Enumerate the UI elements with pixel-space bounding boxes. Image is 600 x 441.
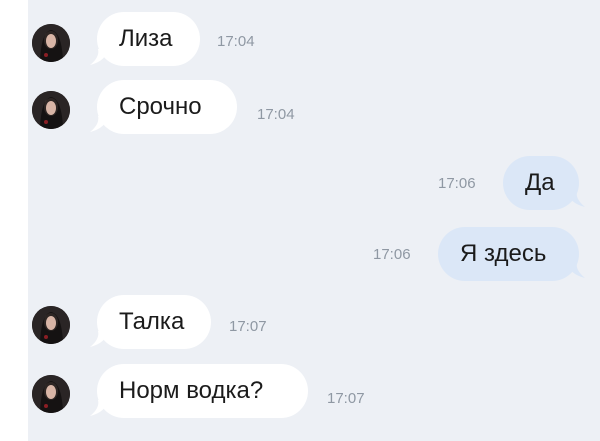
message-time: 17:07 xyxy=(327,390,365,407)
message-bubble[interactable]: Срочно xyxy=(97,80,237,134)
avatar[interactable] xyxy=(32,91,70,129)
avatar[interactable] xyxy=(32,306,70,344)
message-bubble[interactable]: Я здесь xyxy=(438,227,579,281)
message-bubble[interactable]: Норм водка? xyxy=(97,364,308,418)
message-time: 17:04 xyxy=(217,33,255,50)
message-time: 17:04 xyxy=(257,106,295,123)
chat-area: Лиза 17:04 Срочно 17:04 17:06 Да 17:06 Я… xyxy=(28,0,600,441)
message-text: Да xyxy=(525,169,555,196)
message-bubble[interactable]: Да xyxy=(503,156,579,210)
message-text: Талка xyxy=(119,308,185,335)
message-text: Срочно xyxy=(119,93,202,120)
message-time: 17:06 xyxy=(438,175,476,192)
avatar[interactable] xyxy=(32,24,70,62)
message-bubble[interactable]: Лиза xyxy=(97,12,200,66)
message-bubble[interactable]: Талка xyxy=(97,295,211,349)
message-text: Норм водка? xyxy=(119,377,264,404)
message-time: 17:06 xyxy=(373,246,411,263)
message-text: Лиза xyxy=(119,25,173,52)
message-text: Я здесь xyxy=(460,240,547,267)
message-time: 17:07 xyxy=(229,318,267,335)
avatar[interactable] xyxy=(32,375,70,413)
